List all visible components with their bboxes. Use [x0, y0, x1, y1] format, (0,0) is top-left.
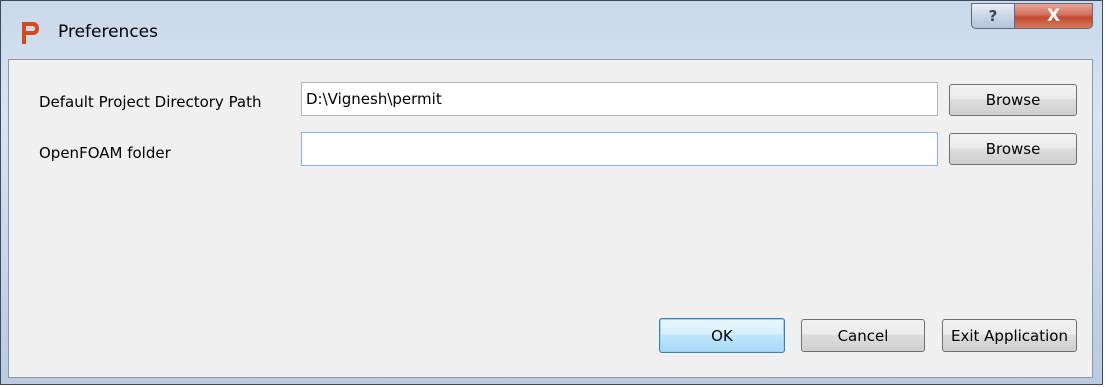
- help-icon: ?: [988, 7, 998, 25]
- cancel-button[interactable]: Cancel: [801, 319, 925, 352]
- app-logo-icon: [19, 20, 41, 46]
- close-button[interactable]: X: [1014, 3, 1093, 29]
- preferences-window: Preferences ? X Default Project Director…: [0, 0, 1103, 385]
- project-dir-input[interactable]: [301, 82, 938, 116]
- dialog-body: Default Project Directory Path Browse Op…: [8, 59, 1093, 378]
- project-dir-label: Default Project Directory Path: [39, 93, 262, 111]
- project-dir-browse-button[interactable]: Browse: [949, 84, 1077, 116]
- openfoam-input[interactable]: [301, 132, 938, 166]
- close-icon: X: [1046, 6, 1061, 26]
- openfoam-browse-button[interactable]: Browse: [949, 133, 1077, 165]
- exit-application-button[interactable]: Exit Application: [942, 319, 1077, 352]
- openfoam-label: OpenFOAM folder: [39, 144, 171, 162]
- window-title: Preferences: [58, 22, 158, 42]
- title-bar[interactable]: Preferences ? X: [1, 1, 1102, 59]
- help-button[interactable]: ?: [971, 3, 1015, 29]
- ok-button[interactable]: OK: [659, 318, 785, 353]
